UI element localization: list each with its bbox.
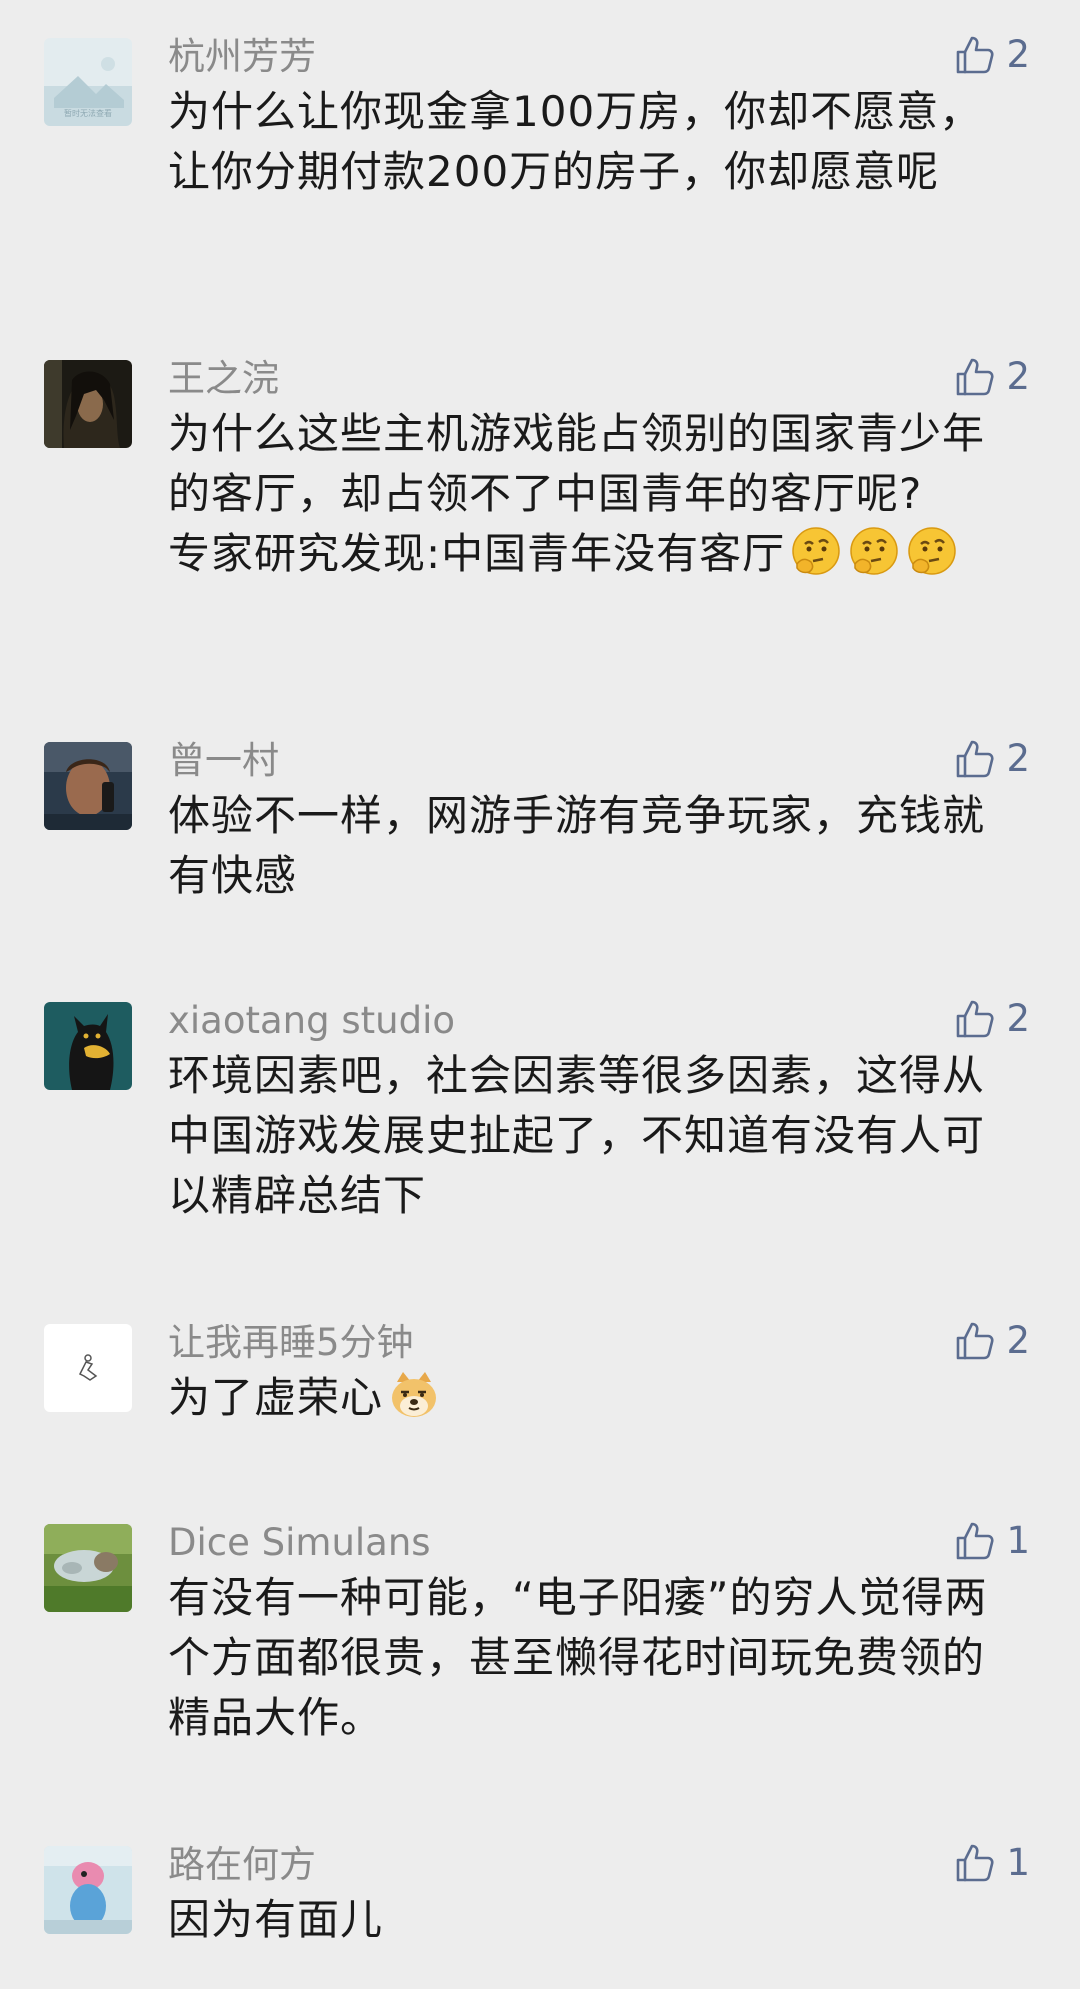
comment-text: 因为有面儿 (168, 1890, 1018, 1950)
comment-text: 为了虚荣心 (168, 1368, 1018, 1428)
like-count: 2 (1006, 737, 1030, 780)
commenter-name[interactable]: 曾一村 (168, 734, 279, 788)
like-count: 1 (1006, 1841, 1030, 1884)
comment-line-with-emoji: 为了虚荣心 (168, 1368, 1018, 1428)
like-count: 2 (1006, 355, 1030, 398)
comment-line: 为什么这些主机游戏能占领别的国家青少年的客厅，却占领不了中国青年的客厅呢? (168, 409, 986, 518)
thumbs-up-icon[interactable] (952, 1841, 996, 1885)
like-count: 2 (1006, 33, 1030, 76)
like-button[interactable]: 1 (952, 1514, 1030, 1568)
comment-text: 体验不一样，网游手游有竞争玩家，充钱就有快感 (168, 786, 1018, 906)
commenter-name[interactable]: Dice Simulans (168, 1516, 431, 1570)
comment-text: 为什么让你现金拿100万房，你却不愿意，让你分期付款200万的房子，你却愿意呢 (168, 82, 1018, 202)
thumbs-up-icon[interactable] (952, 737, 996, 781)
like-button[interactable]: 2 (952, 992, 1030, 1046)
avatar[interactable] (44, 1002, 132, 1090)
comment-text: 有没有一种可能，“电子阳痿”的穷人觉得两个方面都很贵，甚至懒得花时间玩免费领的精… (168, 1568, 1018, 1748)
thumbs-up-icon[interactable] (952, 1319, 996, 1363)
comment-text: 为什么这些主机游戏能占领别的国家青少年的客厅，却占领不了中国青年的客厅呢? 专家… (168, 404, 1018, 584)
comment-text: 环境因素吧，社会因素等很多因素，这得从中国游戏发展史扯起了，不知道有没有人可以精… (168, 1046, 1018, 1226)
like-button[interactable]: 2 (952, 350, 1030, 404)
avatar[interactable] (44, 1846, 132, 1934)
thinking-face-emoji (789, 524, 843, 578)
comment-line: 专家研究发现:中国青年没有客厅 (168, 529, 786, 578)
avatar[interactable]: 暂时无法查看 (44, 38, 132, 126)
comment-line-with-emoji: 专家研究发现:中国青年没有客厅 (168, 524, 1018, 584)
avatar[interactable] (44, 742, 132, 830)
comment-line: 为了虚荣心 (168, 1373, 384, 1422)
commenter-name[interactable]: 杭州芳芳 (168, 30, 316, 84)
commenter-name[interactable]: xiaotang studio (168, 994, 455, 1048)
comment-line: 因为有面儿 (168, 1895, 384, 1944)
like-count: 1 (1006, 1519, 1030, 1562)
like-button[interactable]: 2 (952, 732, 1030, 786)
thumbs-up-icon[interactable] (952, 33, 996, 77)
like-button[interactable]: 1 (952, 1836, 1030, 1890)
comment-line: 体验不一样，网游手游有竞争玩家，充钱就有快感 (168, 791, 986, 900)
avatar[interactable] (44, 360, 132, 448)
avatar[interactable] (44, 1524, 132, 1612)
comment-line: 有没有一种可能，“电子阳痿”的穷人觉得两个方面都很贵，甚至懒得花时间玩免费领的精… (168, 1573, 988, 1742)
thumbs-up-icon[interactable] (952, 355, 996, 399)
thumbs-up-icon[interactable] (952, 1519, 996, 1563)
thumbs-up-icon[interactable] (952, 997, 996, 1041)
comment-line: 为什么让你现金拿100万房，你却不愿意，让你分期付款200万的房子，你却愿意呢 (168, 87, 983, 196)
commenter-name[interactable]: 王之浣 (168, 352, 279, 406)
commenter-name[interactable]: 路在何方 (168, 1838, 316, 1892)
like-button[interactable]: 2 (952, 28, 1030, 82)
commenter-name[interactable]: 让我再睡5分钟 (168, 1316, 414, 1370)
like-count: 2 (1006, 997, 1030, 1040)
comment-line: 环境因素吧，社会因素等很多因素，这得从中国游戏发展史扯起了，不知道有没有人可以精… (168, 1051, 986, 1220)
doge-emoji (387, 1368, 441, 1422)
like-count: 2 (1006, 1319, 1030, 1362)
thinking-face-emoji (905, 524, 959, 578)
avatar-caption: 暂时无法查看 (64, 108, 112, 118)
avatar[interactable] (44, 1324, 132, 1412)
like-button[interactable]: 2 (952, 1314, 1030, 1368)
thinking-face-emoji (847, 524, 901, 578)
